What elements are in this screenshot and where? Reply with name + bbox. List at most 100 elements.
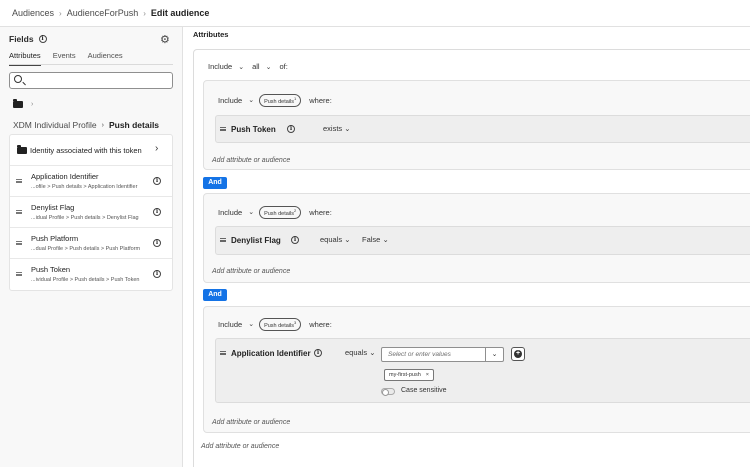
drag-handle-icon[interactable] [220, 127, 226, 131]
group-include-row: Include ⌄ Push details1 where: [218, 94, 332, 107]
quantifier-select[interactable]: all [252, 62, 260, 71]
folder-icon [17, 145, 27, 154]
list-item-application-identifier[interactable]: Application Identifier ...ofile > Push d… [10, 166, 172, 197]
include-select[interactable]: Include [218, 96, 242, 105]
chevron-down-icon[interactable]: ⌄ [248, 320, 254, 328]
list-item-label: Application Identifier [31, 172, 99, 181]
value-select[interactable]: False ⌄ [362, 235, 389, 244]
and-button[interactable]: And [203, 177, 227, 189]
condition-field: Denylist Flag [231, 236, 281, 245]
tag-label: my-first-push [389, 372, 421, 378]
drag-handle-icon[interactable] [16, 210, 22, 214]
outer-add-attribute-link[interactable]: Add attribute or audience [201, 443, 279, 450]
field-list: Identity associated with this token › Ap… [9, 134, 173, 291]
info-icon[interactable]: i [314, 349, 322, 357]
info-icon[interactable]: i [153, 208, 161, 216]
pill-label: Push details [264, 322, 295, 329]
add-attribute-link[interactable]: Add attribute or audience [212, 157, 290, 164]
breadcrumb-audiences[interactable]: Audiences [12, 8, 54, 18]
drag-handle-icon[interactable] [16, 241, 22, 245]
search-input[interactable] [9, 72, 173, 89]
case-sensitive-toggle[interactable] [381, 388, 395, 396]
condition-application-identifier: Application Identifier i equals ⌄ Select… [215, 338, 750, 403]
list-item-push-token[interactable]: Push Token ...ividual Profile > Push det… [10, 259, 172, 290]
pill-number: 3 [294, 320, 297, 325]
condition-field: Application Identifier [231, 349, 311, 358]
info-icon[interactable]: i [287, 125, 295, 133]
attributes-title: Attributes [193, 30, 229, 39]
list-item-path: ...dual Profile > Push details > Push Pl… [31, 246, 141, 252]
tabs-divider [9, 64, 173, 65]
chevron-down-icon[interactable]: ⌄ [248, 208, 254, 216]
values-placeholder: Select or enter values [388, 351, 451, 358]
of-label: of: [279, 62, 288, 71]
add-attribute-link[interactable]: Add attribute or audience [212, 419, 290, 426]
rule-container: Include ⌄ all ⌄ of: Include ⌄ Push detai… [193, 49, 750, 467]
fields-title: Fields i [9, 34, 47, 44]
info-icon[interactable]: i [153, 239, 161, 247]
pill-label: Push details [264, 98, 295, 105]
chevron-down-icon[interactable]: ⌄ [485, 348, 503, 361]
values-combobox[interactable]: Select or enter values ⌄ [381, 347, 504, 362]
attributes-panel: Attributes Include ⌄ all ⌄ of: Include ⌄… [193, 27, 750, 467]
value-tag: my-first-push × [384, 369, 434, 381]
chevron-right-icon: › [31, 101, 34, 108]
condition-denylist-flag: Denylist Flag i equals ⌄ False ⌄ [215, 226, 750, 255]
add-value-button[interactable]: + [511, 347, 525, 361]
search-icon [14, 75, 22, 83]
operator-select[interactable]: equals ⌄ [345, 348, 376, 357]
list-item-label: Push Platform [31, 234, 79, 243]
info-icon[interactable]: i [38, 35, 47, 43]
drag-handle-icon[interactable] [220, 238, 226, 242]
push-details-pill[interactable]: Push details2 [259, 206, 302, 219]
chevron-right-icon: › [155, 143, 159, 154]
include-select[interactable]: Include [218, 208, 242, 217]
info-icon[interactable]: i [153, 177, 161, 185]
info-icon[interactable]: i [291, 236, 299, 244]
path-current: Push details [108, 120, 160, 130]
chevron-down-icon: ⌄ [344, 124, 351, 133]
drag-handle-icon[interactable] [220, 351, 226, 355]
field-path: XDM Individual Profile › Push details [13, 120, 159, 130]
chevron-down-icon[interactable]: ⌄ [248, 96, 254, 104]
gear-icon[interactable]: ⚙ [160, 33, 170, 46]
path-parent[interactable]: XDM Individual Profile [13, 120, 97, 130]
group-include-row: Include ⌄ Push details2 where: [218, 206, 332, 219]
chevron-down-icon[interactable]: ⌄ [238, 63, 244, 71]
pill-number: 1 [294, 96, 297, 101]
breadcrumb: Audiences › AudienceForPush › Edit audie… [12, 7, 209, 19]
include-select[interactable]: Include [218, 320, 242, 329]
include-select[interactable]: Include [208, 62, 232, 71]
push-details-pill[interactable]: Push details3 [259, 318, 302, 331]
list-item-path: ...ofile > Push details > Application Id… [31, 184, 138, 190]
list-item-identity[interactable]: Identity associated with this token › [10, 135, 172, 166]
folder-root[interactable]: › [13, 99, 34, 108]
close-icon[interactable]: × [426, 370, 429, 380]
drag-handle-icon[interactable] [16, 272, 22, 276]
info-icon[interactable]: i [153, 270, 161, 278]
group-include-row: Include ⌄ Push details3 where: [218, 318, 332, 331]
list-item-label: Push Token [31, 265, 71, 274]
list-item-denylist-flag[interactable]: Denylist Flag ...idual Profile > Push de… [10, 197, 172, 228]
chevron-right-icon: › [143, 8, 146, 18]
condition-push-token: Push Token i exists ⌄ [215, 115, 750, 143]
chevron-down-icon: ⌄ [369, 348, 376, 357]
where-label: where: [309, 207, 332, 217]
chevron-down-icon[interactable]: ⌄ [266, 63, 272, 71]
drag-handle-icon[interactable] [16, 179, 22, 183]
breadcrumb-current: Edit audience [150, 8, 210, 18]
case-sensitive-label: Case sensitive [401, 387, 447, 394]
rule-group-3: Include ⌄ Push details3 where: Applicati… [203, 306, 750, 433]
rule-group-1: Include ⌄ Push details1 where: Push Toke… [203, 80, 750, 170]
where-label: where: [309, 319, 332, 329]
chevron-down-icon: ⌄ [382, 235, 389, 244]
push-details-pill[interactable]: Push details1 [259, 94, 302, 107]
and-button[interactable]: And [203, 289, 227, 301]
breadcrumb-audience-for-push[interactable]: AudienceForPush [67, 8, 139, 18]
operator-select[interactable]: equals ⌄ [320, 235, 351, 244]
condition-field: Push Token [231, 125, 276, 134]
list-item-label: Identity associated with this token [30, 146, 142, 155]
add-attribute-link[interactable]: Add attribute or audience [212, 268, 290, 275]
operator-select[interactable]: exists ⌄ [323, 124, 351, 133]
list-item-push-platform[interactable]: Push Platform ...dual Profile > Push det… [10, 228, 172, 259]
